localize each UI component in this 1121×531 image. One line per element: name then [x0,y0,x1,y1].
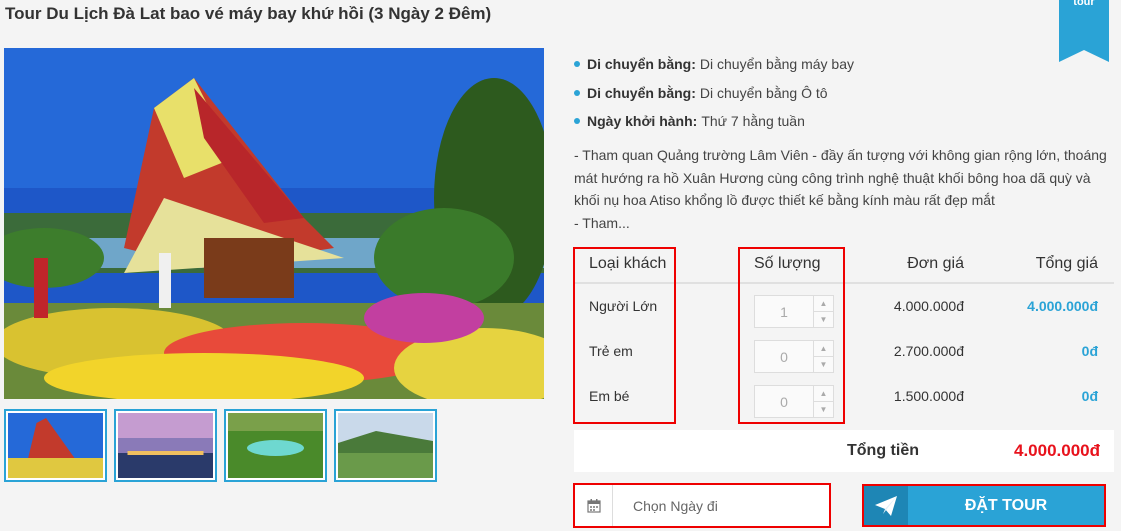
header-total-price: Tổng giá [1035,255,1098,272]
info-item-departure: Ngày khởi hành: Thứ 7 hằng tuần [574,107,1114,136]
bullet-icon [574,61,580,68]
thumbnail-1[interactable] [4,409,107,482]
thumbnail-3[interactable] [224,409,327,482]
row-unit-price: 2.700.000đ [893,343,964,359]
row-total-price: 4.000.000đ [1027,298,1098,314]
info-label: Di chuyển bằng: [587,84,696,101]
row-unit-price: 4.000.000đ [893,298,964,314]
page-title: Tour Du Lịch Đà Lat bao vé máy bay khứ h… [5,4,492,23]
description-line: - Tham... [574,214,630,231]
photo-thumbnails [4,409,437,482]
total-label: Tổng tiền [847,442,919,459]
description-line: mát hướng ra hồ Xuân Hương cùng công trì… [574,169,1091,186]
highlight-box-customer-type [573,247,676,424]
main-tour-photo [4,48,544,399]
info-item-transport-2: Di chuyển bằng: Di chuyển bằng Ô tô [574,79,1114,108]
tour-description: - Tham quan Quảng trường Lâm Viên - đầy … [574,144,1114,234]
header-unit-price: Đơn giá [907,255,964,272]
info-value: Di chuyển bằng máy bay [699,56,854,73]
total-amount: 4.000.000đ [1013,441,1100,460]
description-line: - Tham quan Quảng trường Lâm Viên - đầy … [574,147,1107,163]
highlight-box-date [573,483,831,528]
total-summary: Tổng tiền 4.000.000đ [574,430,1114,472]
row-total-price: 0đ [1081,343,1098,359]
description-line: khối nụ hoa Atiso khổng lồ được thiết kế… [574,192,995,208]
row-total-price: 0đ [1081,388,1098,404]
ribbon-label: tour [1073,0,1095,8]
bullet-icon [574,118,580,125]
row-unit-price: 1.500.000đ [893,388,964,404]
thumbnail-4[interactable] [334,409,437,482]
info-label: Di chuyển bằng: [587,56,696,73]
highlight-box-book [862,484,1106,527]
highlight-box-quantity [738,247,845,424]
info-value: Di chuyển bằng Ô tô [699,84,828,101]
tour-info-list: Di chuyển bằng: Di chuyển bằng máy bay D… [574,50,1114,136]
info-item-transport-1: Di chuyển bằng: Di chuyển bằng máy bay [574,50,1114,79]
tour-ribbon-badge: tour [1059,0,1109,62]
info-label: Ngày khởi hành: [587,113,698,130]
bullet-icon [574,89,580,96]
info-value: Thứ 7 hằng tuần [701,113,805,130]
thumbnail-2[interactable] [114,409,217,482]
